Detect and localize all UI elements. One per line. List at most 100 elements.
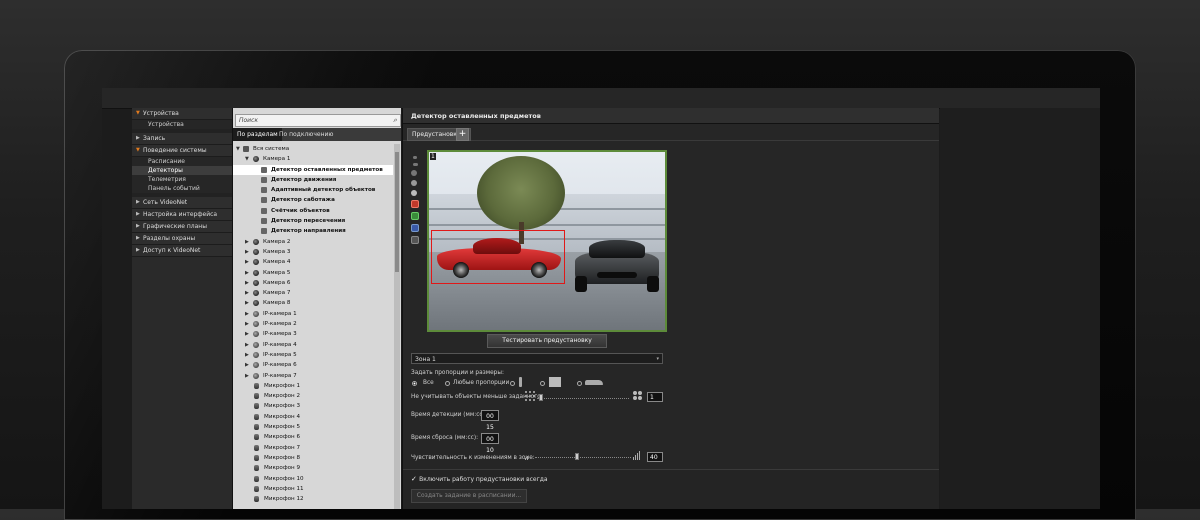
- radio-any-proportions[interactable]: [445, 381, 450, 386]
- tree-scrollbar[interactable]: [394, 144, 400, 509]
- tree-node-camera[interactable]: ▶ Камера 7: [233, 288, 393, 298]
- radio-car[interactable]: [577, 381, 582, 386]
- tree-node-ip-camera[interactable]: ▶ IP-камера 3: [233, 329, 393, 339]
- create-schedule-button[interactable]: Создать задание в расписании...: [411, 489, 527, 503]
- camera-icon: [253, 248, 259, 255]
- tree-node-detector[interactable]: Детектор саботажа: [233, 195, 393, 205]
- tree-node-camera-1[interactable]: ▼ Камера 1: [233, 154, 393, 164]
- tree-node-ip-camera[interactable]: ▶ IP-камера 1: [233, 309, 393, 319]
- tree-node-microphone[interactable]: Микрофон 7: [233, 443, 393, 453]
- line-icon[interactable]: [413, 163, 418, 166]
- expand-right-icon[interactable]: ▶: [245, 247, 249, 257]
- nav-item-0-0[interactable]: Устройства: [132, 120, 232, 129]
- tree-node-camera[interactable]: ▶ Камера 8: [233, 298, 393, 308]
- tree-node-microphone[interactable]: Микрофон 1: [233, 381, 393, 391]
- tree-node-detector[interactable]: Детектор пересечения: [233, 216, 393, 226]
- tree-node-camera[interactable]: ▶ Камера 2: [233, 237, 393, 247]
- ignore-size-value[interactable]: 1: [647, 392, 663, 402]
- expand-right-icon[interactable]: ▶: [245, 360, 249, 370]
- nav-item-2-0[interactable]: Расписание: [132, 157, 232, 166]
- radio-person[interactable]: [510, 381, 515, 386]
- expand-right-icon[interactable]: ▶: [245, 309, 249, 319]
- tree-node-detector[interactable]: Адаптивный детектор объектов: [233, 185, 393, 195]
- image-icon[interactable]: [411, 236, 419, 244]
- detect-time-input[interactable]: 00 15: [481, 410, 499, 431]
- tree-node-ip-camera[interactable]: ▶ IP-камера 7: [233, 371, 393, 381]
- expand-right-icon[interactable]: ▶: [245, 257, 249, 267]
- tree-node-detector[interactable]: Детектор движения: [233, 175, 393, 185]
- tree-node-camera[interactable]: ▶ Камера 3: [233, 247, 393, 257]
- camera-preview[interactable]: 1: [427, 150, 667, 332]
- pointer-icon[interactable]: [413, 156, 417, 159]
- tree-node-microphone[interactable]: Микрофон 10: [233, 474, 393, 484]
- scroll-thumb[interactable]: [395, 152, 399, 272]
- search-input[interactable]: Поиск ⌕: [235, 114, 401, 127]
- expand-right-icon[interactable]: ▶: [245, 329, 249, 339]
- red-zone-icon[interactable]: [411, 200, 419, 208]
- expand-right-icon[interactable]: ▶: [245, 268, 249, 278]
- nav-item-2-1[interactable]: Детекторы: [132, 166, 232, 175]
- green-zone-icon[interactable]: [411, 212, 419, 220]
- nav-group-7[interactable]: ▶ Доступ к VideoNet: [132, 245, 232, 257]
- tree-node-microphone[interactable]: Микрофон 4: [233, 412, 393, 422]
- nav-item-2-3[interactable]: Панель событий: [132, 184, 232, 193]
- nav-group-4[interactable]: ▶ Настройка интерфейса: [132, 209, 232, 221]
- tree-node-ip-camera[interactable]: ▶ IP-камера 4: [233, 340, 393, 350]
- add-preset-button[interactable]: +: [456, 128, 469, 141]
- nav-group-1[interactable]: ▶ Запись: [132, 133, 232, 145]
- expand-right-icon[interactable]: ▶: [245, 319, 249, 329]
- tree-node-ip-camera[interactable]: ▶ IP-камера 2: [233, 319, 393, 329]
- search-icon[interactable]: ⌕: [393, 115, 397, 126]
- tree-node-camera[interactable]: ▶ Камера 4: [233, 257, 393, 267]
- tree-node-microphone[interactable]: Микрофон 5: [233, 422, 393, 432]
- sensitivity-value[interactable]: 40: [647, 452, 663, 462]
- nav-group-6[interactable]: ▶ Разделы охраны: [132, 233, 232, 245]
- expand-right-icon[interactable]: ▶: [245, 371, 249, 381]
- tree-node-microphone[interactable]: Микрофон 6: [233, 432, 393, 442]
- reset-time-input[interactable]: 00 10: [481, 433, 499, 454]
- tree-node-root[interactable]: ▼ Вся система: [233, 144, 393, 154]
- tree-node-camera[interactable]: ▶ Камера 5: [233, 268, 393, 278]
- fill-icon[interactable]: [411, 190, 417, 196]
- test-preset-button[interactable]: Тестировать предустановку: [487, 334, 607, 348]
- brush-icon[interactable]: [411, 170, 417, 176]
- tree-node-detector[interactable]: Детектор направления: [233, 226, 393, 236]
- expand-right-icon[interactable]: ▶: [245, 278, 249, 288]
- tree-node-camera[interactable]: ▶ Камера 6: [233, 278, 393, 288]
- radio-box[interactable]: [540, 381, 545, 386]
- tree-node-microphone[interactable]: Микрофон 8: [233, 453, 393, 463]
- tree-node-ip-camera[interactable]: ▶ IP-камера 6: [233, 360, 393, 370]
- ignore-size-slider[interactable]: [537, 398, 629, 401]
- expand-down-icon[interactable]: ▼: [236, 144, 240, 154]
- expand-down-icon[interactable]: ▼: [245, 154, 249, 164]
- nav-group-3[interactable]: ▶ Сеть VideoNet: [132, 197, 232, 209]
- nav-group-5[interactable]: ▶ Графические планы: [132, 221, 232, 233]
- expand-right-icon[interactable]: ▶: [245, 350, 249, 360]
- tree-node-microphone[interactable]: Микрофон 2: [233, 391, 393, 401]
- expand-right-icon[interactable]: ▶: [245, 288, 249, 298]
- tree-node-detector[interactable]: Детектор оставленных предметов: [233, 164, 393, 175]
- tree-node-microphone[interactable]: Микрофон 11: [233, 484, 393, 494]
- blue-zone-icon[interactable]: [411, 224, 419, 232]
- sensitivity-knob[interactable]: [575, 453, 579, 460]
- expand-right-icon[interactable]: ▶: [245, 298, 249, 308]
- tree-node-microphone[interactable]: Микрофон 3: [233, 401, 393, 411]
- ignore-size-knob[interactable]: [539, 394, 543, 401]
- expand-right-icon[interactable]: ▶: [245, 340, 249, 350]
- tree-node-microphone[interactable]: Микрофон 9: [233, 463, 393, 473]
- zone-select[interactable]: Зона 1 ▾: [411, 353, 663, 364]
- tree-node-microphone[interactable]: Микрофон 12: [233, 494, 393, 504]
- tree-node-label: Детектор движения: [271, 176, 337, 183]
- tree-node-detector[interactable]: Счётчик объектов: [233, 206, 393, 216]
- detection-zone-box[interactable]: [431, 230, 565, 284]
- tab-by-connection[interactable]: По подключению: [275, 128, 337, 141]
- nav-group-2[interactable]: ▼ Поведение системы: [132, 145, 232, 157]
- nav-group-0[interactable]: ▼ Устройства: [132, 108, 232, 120]
- nav-item-2-2[interactable]: Телеметрия: [132, 175, 232, 184]
- enable-preset-checkbox[interactable]: ✓ Включить работу предустановки всегда: [411, 475, 548, 483]
- sensitivity-slider[interactable]: [535, 457, 631, 460]
- eraser-icon[interactable]: [411, 180, 417, 186]
- expand-right-icon[interactable]: ▶: [245, 237, 249, 247]
- tree-node-ip-camera[interactable]: ▶ IP-камера 5: [233, 350, 393, 360]
- radio-all[interactable]: [412, 381, 417, 386]
